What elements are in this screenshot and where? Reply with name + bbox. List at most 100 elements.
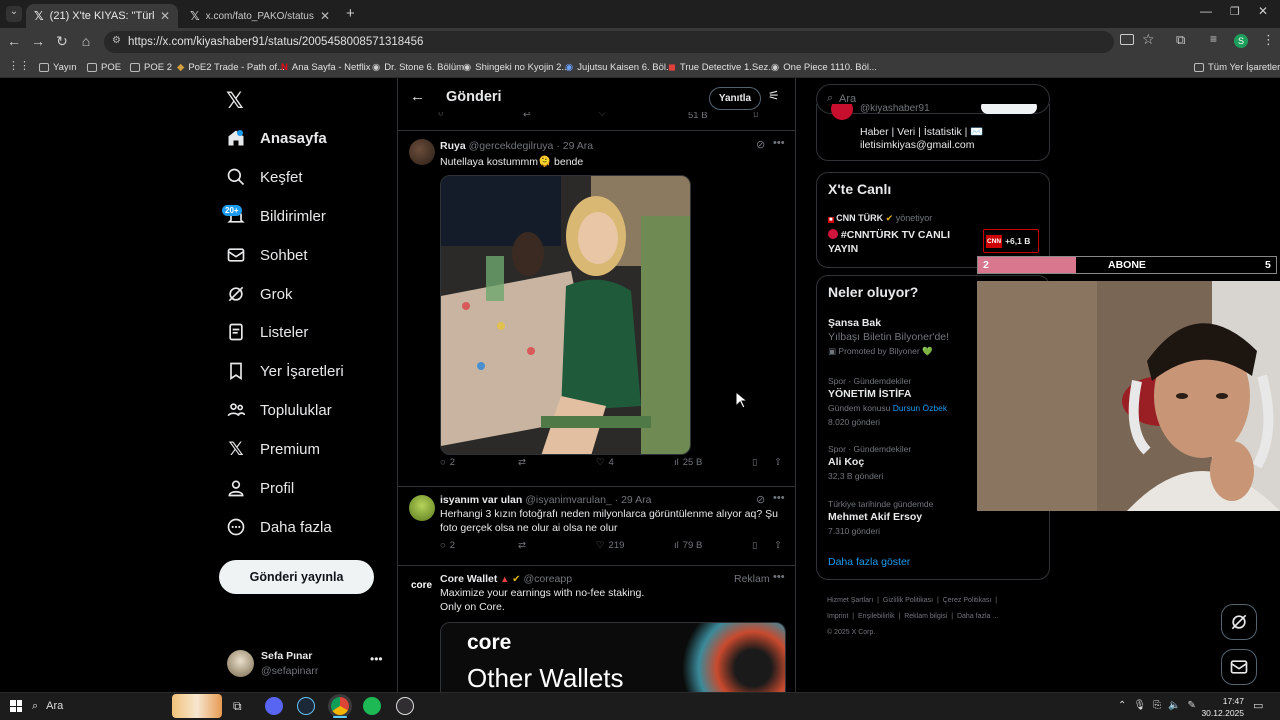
- nav-chat[interactable]: Sohbet: [226, 241, 308, 269]
- nav-home[interactable]: Anasayfa: [226, 124, 327, 152]
- settings-sliders-icon[interactable]: ⚟: [768, 88, 780, 104]
- network-icon[interactable]: ⎘: [1153, 700, 1168, 711]
- obs-icon[interactable]: [396, 697, 414, 715]
- retweet-action[interactable]: ⇄: [518, 457, 526, 468]
- windows-start-icon[interactable]: [10, 700, 22, 712]
- topic-link[interactable]: Dursun Özbek: [893, 403, 947, 413]
- author-name[interactable]: Ruya: [440, 140, 466, 152]
- bookmark-action[interactable]: ▯: [752, 457, 757, 468]
- speaker-icon[interactable]: 🔈: [1168, 700, 1187, 711]
- back-icon[interactable]: ←: [5, 33, 23, 49]
- grok-float-button[interactable]: [1221, 604, 1257, 640]
- retweet-action[interactable]: ⇄: [518, 540, 526, 551]
- nav-grok[interactable]: Grok: [226, 280, 293, 308]
- author-name[interactable]: Core Wallet: [440, 573, 497, 585]
- bookmark-action[interactable]: ▯: [752, 540, 757, 551]
- trend-item[interactable]: Spor · Gündemdekiler Ali Koç 32,3 B gönd…: [828, 444, 978, 481]
- star-icon[interactable]: ☆: [1142, 31, 1155, 48]
- home-icon[interactable]: ⌂: [77, 33, 95, 49]
- post-button[interactable]: Gönderi yayınla: [219, 560, 374, 594]
- footer-link[interactable]: Reklam bilgisi: [904, 613, 947, 620]
- footer-link[interactable]: Imprint: [827, 613, 848, 620]
- views-action[interactable]: ıl 25 B: [674, 457, 702, 468]
- nav-notifications[interactable]: Bildirimler: [226, 202, 326, 230]
- follow-button[interactable]: [981, 104, 1037, 114]
- tweet-photo[interactable]: [440, 175, 691, 455]
- maximize-button[interactable]: ❐: [1230, 5, 1240, 18]
- all-bookmarks[interactable]: Tüm Yer İşaretleri: [1194, 58, 1280, 76]
- like-action[interactable]: ♡ 219: [596, 540, 624, 551]
- media-icon[interactable]: ≡: [1210, 32, 1217, 46]
- ad-banner[interactable]: core Other Wallets: [440, 622, 786, 692]
- site-info-icon[interactable]: ⚙: [112, 35, 121, 46]
- spotify-icon[interactable]: [363, 697, 381, 715]
- task-view-icon[interactable]: ⧉: [233, 699, 242, 714]
- core-logo-avatar[interactable]: core: [411, 580, 432, 591]
- promoted-tweet[interactable]: core Core Wallet ▲ ✔ @coreapp Reklam •••…: [398, 566, 795, 692]
- live-badge[interactable]: CNN +6,1 B: [983, 229, 1039, 253]
- nav-more[interactable]: Daha fazla: [226, 513, 332, 541]
- back-arrow-icon[interactable]: ←: [410, 88, 425, 105]
- install-icon[interactable]: [1120, 34, 1134, 45]
- footer-link[interactable]: Erişilebilirlik: [858, 613, 895, 620]
- footer-link[interactable]: Çerez Politikası: [943, 597, 992, 604]
- menu-icon[interactable]: ⋮: [1262, 32, 1275, 48]
- bookmark-item[interactable]: ◼ True Detective 1.Sez...: [668, 58, 776, 76]
- tweet-date[interactable]: · 29 Ara: [556, 140, 593, 152]
- nav-bookmarks[interactable]: Yer İşaretleri: [226, 357, 344, 385]
- more-icon[interactable]: •••: [773, 571, 785, 583]
- author-name[interactable]: isyanım var ulan: [440, 494, 522, 506]
- steam-icon[interactable]: [297, 697, 315, 715]
- live-stream-title[interactable]: #CNNTÜRK TV CANLI YAYIN: [828, 229, 950, 256]
- reply-icon[interactable]: ○: [438, 112, 444, 119]
- footer-link[interactable]: Gizlilik Politikası: [883, 597, 933, 604]
- minimize-button[interactable]: —: [1200, 4, 1212, 18]
- author-handle[interactable]: @isyanimvarulan_: [525, 494, 612, 506]
- grok-icon[interactable]: ⊘: [756, 138, 765, 151]
- chrome-icon[interactable]: [331, 697, 349, 715]
- bookmark-item[interactable]: POE 2: [130, 58, 172, 76]
- nav-premium[interactable]: 𝕏 Premium: [226, 435, 320, 463]
- live-host[interactable]: ■ CNN TÜRK ✔ yönetiyor: [828, 213, 932, 224]
- trend-item[interactable]: Şansa Bak Yılbaşı Biletin Bilyoner'de! ▣…: [828, 317, 978, 357]
- retweet-icon[interactable]: ⇄: [523, 112, 531, 119]
- reload-icon[interactable]: ↻: [53, 33, 71, 50]
- tab-inactive[interactable]: 𝕏 x.com/fato_PAKO/status/20057 ✕: [182, 4, 338, 28]
- close-icon[interactable]: ✕: [160, 9, 170, 23]
- author-handle[interactable]: @gercekdegilruya: [469, 140, 554, 152]
- bookmark-icon[interactable]: ▯: [753, 112, 758, 119]
- tweet[interactable]: Ruya @gercekdegilruya · 29 Ara ⊘ ••• Nut…: [398, 131, 795, 487]
- trend-item[interactable]: Spor · Gündemdekiler YÖNETİM İSTİFA Günd…: [828, 376, 978, 427]
- more-icon[interactable]: •••: [773, 492, 785, 504]
- address-bar[interactable]: ⚙ https://x.com/kiyashaber91/status/2005…: [104, 31, 1114, 53]
- apps-icon[interactable]: ⋮⋮: [8, 59, 30, 72]
- nav-explore[interactable]: Keşfet: [226, 163, 303, 191]
- bookmark-item[interactable]: Yayın: [39, 58, 77, 76]
- clock[interactable]: 17:47 30.12.2025: [1200, 695, 1244, 719]
- reply-action[interactable]: ○ 2: [440, 457, 455, 468]
- discord-icon[interactable]: [265, 697, 283, 715]
- tab-active[interactable]: 𝕏 (21) X'te KIYAS: "Türkiye akşını" ✕: [26, 4, 178, 28]
- bookmark-item[interactable]: POE: [87, 58, 121, 76]
- bookmark-item[interactable]: ◉ One Piece 1110. Böl...: [771, 58, 877, 76]
- nav-communities[interactable]: Topluluklar: [226, 396, 332, 424]
- grok-icon[interactable]: ⊘: [756, 493, 765, 506]
- tweet-date[interactable]: · 29 Ara: [615, 494, 652, 506]
- bookmark-item[interactable]: N Ana Sayfa - Netflix: [281, 58, 371, 76]
- views-action[interactable]: ıl 79 B: [674, 540, 702, 551]
- more-icon[interactable]: •••: [370, 652, 383, 666]
- bookmark-item[interactable]: ◉ Dr. Stone 6. Bölüm: [372, 58, 464, 76]
- avatar[interactable]: [409, 139, 435, 165]
- show-more-link[interactable]: Daha fazla göster: [828, 556, 910, 568]
- tab-list-button[interactable]: ⌄: [6, 6, 22, 22]
- close-icon[interactable]: ✕: [320, 9, 330, 23]
- share-action[interactable]: ⇧: [774, 457, 782, 468]
- more-icon[interactable]: •••: [773, 137, 785, 149]
- tweet[interactable]: isyanım var ulan @isyanimvarulan_ · 29 A…: [398, 487, 795, 565]
- forward-icon[interactable]: →: [29, 33, 47, 49]
- avatar[interactable]: [409, 495, 435, 521]
- new-tab-button[interactable]: +: [346, 5, 355, 22]
- author-handle[interactable]: @coreapp: [523, 573, 572, 585]
- like-action[interactable]: ♡ 4: [596, 457, 614, 468]
- nav-profile[interactable]: Profil: [226, 474, 294, 502]
